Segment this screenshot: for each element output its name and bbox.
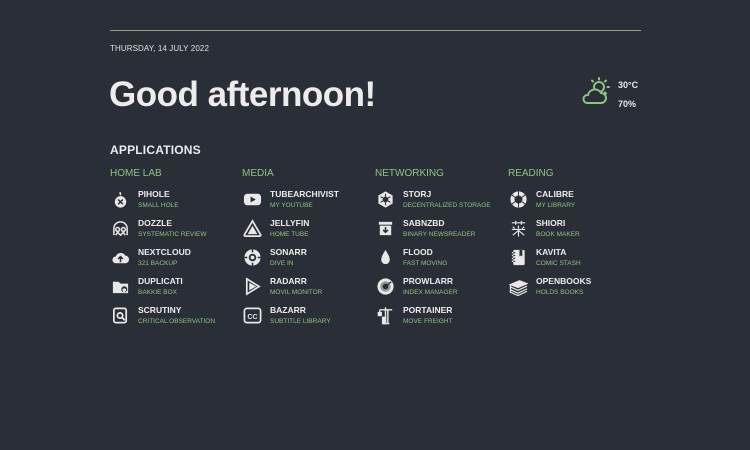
calibre-icon: [508, 189, 528, 209]
app-name: OPENBOOKS: [536, 276, 592, 286]
app-description: HOME TUBE: [270, 231, 309, 238]
app-description: MY LIBRARY: [536, 202, 576, 209]
app-name: DUPLICATI: [138, 276, 183, 286]
app-description: 321 BACKUP: [138, 260, 178, 267]
app-storj[interactable]: STORJ DECENTRALIZED STORAGE: [375, 187, 505, 216]
app-name: PORTAINER: [403, 305, 453, 315]
book-stack-icon: [508, 276, 528, 296]
folder-location-icon: [110, 276, 130, 296]
download-box-icon: [375, 218, 395, 238]
applications-heading: APPLICATIONS: [110, 143, 201, 157]
app-description: BOOK MAKER: [536, 231, 580, 238]
group-media: MEDIA TUBEARCHIVIST MY YOUTUBE JELLYFIN …: [242, 168, 372, 332]
app-sonarr[interactable]: SONARR DIVE IN: [242, 245, 372, 274]
app-description: DIVE IN: [270, 260, 294, 267]
app-portainer[interactable]: PORTAINER MOVE FREIGHT: [375, 303, 505, 332]
group-title: MEDIA: [242, 168, 274, 179]
app-name: NEXTCLOUD: [138, 247, 191, 257]
app-bazarr[interactable]: CC BAZARR SUBTITLE LIBRARY: [242, 303, 372, 332]
app-tubearchivist[interactable]: TUBEARCHIVIST MY YOUTUBE: [242, 187, 372, 216]
notebook-icon: [508, 247, 528, 267]
group-networking: NETWORKING STORJ DECENTRALIZED STORAGE S…: [375, 168, 505, 332]
storj-icon: [375, 189, 395, 209]
group-title: NETWORKING: [375, 168, 444, 179]
scrutiny-icon: [110, 305, 130, 325]
group-home-lab: HOME LAB PIHOLE SMALL HOLE DOZZLE SYSTEM…: [110, 168, 240, 332]
group-title: HOME LAB: [110, 168, 162, 179]
youtube-icon: [242, 189, 262, 209]
app-name: RADARR: [270, 276, 307, 286]
app-openbooks[interactable]: OPENBOOKS HOLDS BOOKS: [508, 274, 638, 303]
greeting-heading: Good afternoon!: [109, 75, 376, 114]
app-name: SHIORI: [536, 218, 566, 228]
app-name: BAZARR: [270, 305, 306, 315]
app-description: COMIC STASH: [536, 260, 581, 267]
app-scrutiny[interactable]: SCRUTINY CRITICAL OBSERVATION: [110, 303, 240, 332]
app-name: SONARR: [270, 247, 307, 257]
app-name: JELLYFIN: [270, 218, 310, 228]
sonarr-icon: [242, 247, 262, 267]
app-description: HOLDS BOOKS: [536, 289, 584, 296]
app-description: SUBTITLE LIBRARY: [270, 318, 331, 325]
app-jellyfin[interactable]: JELLYFIN HOME TUBE: [242, 216, 372, 245]
app-name: TUBEARCHIVIST: [270, 189, 339, 199]
cloud-upload-icon: [110, 247, 130, 267]
app-description: CRITICAL OBSERVATION: [138, 318, 216, 325]
app-name: KAVITA: [536, 247, 567, 257]
app-description: SMALL HOLE: [138, 202, 179, 209]
app-flood[interactable]: FLOOD FAST MOVING: [375, 245, 505, 274]
app-description: BINARY NEWSREADER: [403, 231, 476, 238]
app-name: PROWLARR: [403, 276, 454, 286]
radarr-icon: [242, 276, 262, 296]
kanji-icon: [508, 218, 528, 238]
prowlarr-icon: [375, 276, 395, 296]
app-name: FLOOD: [403, 247, 433, 257]
pihole-icon: [110, 189, 130, 209]
svg-text:CC: CC: [247, 312, 257, 320]
date-text: THURSDAY, 14 JULY 2022: [110, 44, 209, 53]
app-shiori[interactable]: SHIORI BOOK MAKER: [508, 216, 638, 245]
app-description: BAKKIE BOX: [138, 289, 178, 296]
temperature-value: 30°C: [618, 80, 639, 90]
group-title: READING: [508, 168, 554, 179]
app-dozzle[interactable]: DOZZLE SYSTEMATIC REVIEW: [110, 216, 240, 245]
app-description: INDEX MANAGER: [403, 289, 458, 296]
header-divider: [110, 30, 641, 31]
app-name: SCRUTINY: [138, 305, 182, 315]
water-drop-icon: [375, 247, 395, 267]
closed-caption-icon: CC: [242, 305, 262, 325]
humidity-value: 70%: [618, 99, 637, 109]
app-description: MOVIL MONITOR: [270, 289, 323, 296]
dozzle-icon: [110, 218, 130, 238]
app-kavita[interactable]: KAVITA COMIC STASH: [508, 245, 638, 274]
app-description: FAST MOVING: [403, 260, 448, 267]
app-description: MOVE FREIGHT: [403, 318, 453, 325]
app-description: DECENTRALIZED STORAGE: [403, 202, 491, 209]
app-name: STORJ: [403, 189, 432, 199]
app-name: PIHOLE: [138, 189, 170, 199]
jellyfin-icon: [242, 218, 262, 238]
app-name: CALIBRE: [536, 189, 574, 199]
app-name: DOZZLE: [138, 218, 172, 228]
app-description: SYSTEMATIC REVIEW: [138, 231, 207, 238]
app-radarr[interactable]: RADARR MOVIL MONITOR: [242, 274, 372, 303]
partly-cloudy-icon: [580, 76, 612, 108]
app-pihole[interactable]: PIHOLE SMALL HOLE: [110, 187, 240, 216]
app-name: SABNZBD: [403, 218, 445, 228]
app-sabnzbd[interactable]: SABNZBD BINARY NEWSREADER: [375, 216, 505, 245]
app-nextcloud[interactable]: NEXTCLOUD 321 BACKUP: [110, 245, 240, 274]
crane-icon: [375, 305, 395, 325]
app-duplicati[interactable]: DUPLICATI BAKKIE BOX: [110, 274, 240, 303]
app-calibre[interactable]: CALIBRE MY LIBRARY: [508, 187, 638, 216]
app-prowlarr[interactable]: PROWLARR INDEX MANAGER: [375, 274, 505, 303]
group-reading: READING CALIBRE MY LIBRARY SHIORI BOOK M…: [508, 168, 638, 303]
app-description: MY YOUTUBE: [270, 202, 313, 209]
